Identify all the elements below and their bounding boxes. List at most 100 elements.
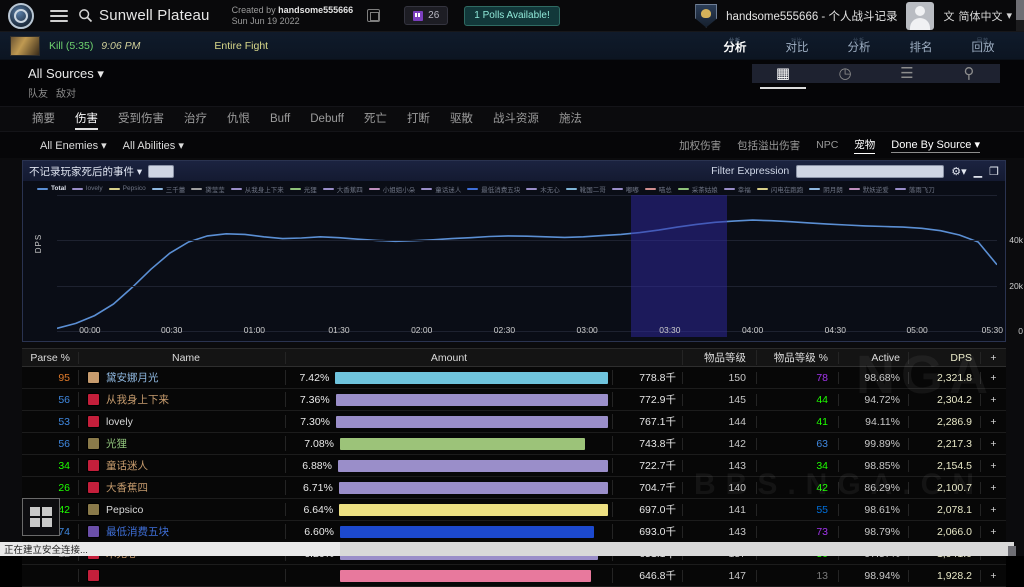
all-abilities-dropdown[interactable]: All Abilities ▾	[123, 139, 184, 152]
nav-tab-analysis[interactable]: 分析 分析	[828, 39, 890, 60]
legend-item[interactable]: 幸福	[724, 184, 751, 194]
tab-threat[interactable]: 仇恨	[227, 106, 250, 132]
chart-plot-area[interactable]: DPS 40k 20k 0	[57, 195, 997, 337]
legend-item[interactable]: 落雨飞刀	[895, 184, 935, 194]
col-dps[interactable]: DPS	[908, 352, 980, 364]
expand-row-button[interactable]: +	[980, 482, 1006, 494]
tab-damage-taken[interactable]: 受到伤害	[118, 106, 164, 132]
gear-icon[interactable]: ⚙▾	[951, 165, 966, 178]
legend-item[interactable]: 木无心	[526, 184, 560, 194]
expand-row-button[interactable]: +	[980, 394, 1006, 406]
table-row[interactable]: 26大香蕉四6.71%704.7千1404286.29%2,100.7+	[22, 477, 1006, 499]
done-by-source-dropdown[interactable]: Done By Source ▾	[891, 138, 980, 153]
expand-row-button[interactable]: +	[980, 570, 1006, 582]
legend-item[interactable]: 光狸	[290, 184, 317, 194]
tab-summary[interactable]: 摘要	[32, 106, 55, 132]
minimize-icon[interactable]: ▁	[974, 165, 982, 178]
chart-selection-band[interactable]	[631, 195, 727, 337]
cell-name[interactable]: 黛安娜月光	[78, 370, 286, 385]
col-amount[interactable]: Amount	[286, 352, 612, 364]
table-row[interactable]: 74最低消费五块6.60%693.0千1437398.79%2,066.0+	[22, 521, 1006, 543]
wcl-shield-icon[interactable]	[8, 3, 34, 29]
scrollbar-thumb[interactable]	[1016, 0, 1024, 20]
view-mode-events[interactable]: ☰ 事件	[876, 64, 938, 83]
fight-kill-label[interactable]: Kill (5:35) 9:06 PM	[49, 40, 140, 52]
col-parse[interactable]: Parse %	[22, 352, 78, 364]
expand-row-button[interactable]: +	[980, 504, 1006, 516]
tab-interrupts[interactable]: 打断	[407, 106, 430, 132]
legend-item[interactable]: 童话迷人	[421, 184, 461, 194]
friendly-toggle[interactable]: 队友	[28, 85, 48, 100]
legend-item[interactable]: 从我身上下来	[231, 184, 284, 194]
legend-item[interactable]: 嘟嘟	[612, 184, 639, 194]
legend-item[interactable]: 喵总	[645, 184, 672, 194]
expand-row-button[interactable]: +	[980, 460, 1006, 472]
death-filter-dropdown[interactable]: 不记录玩家死后的事件 ▾	[29, 164, 142, 179]
tab-buffs[interactable]: Buff	[270, 106, 290, 132]
report-copy-icon[interactable]	[367, 9, 380, 22]
col-active[interactable]: Active	[838, 352, 908, 364]
nav-tab-compare[interactable]: 对比 对比	[766, 39, 828, 60]
twitch-button[interactable]: 26	[404, 6, 448, 25]
table-row[interactable]: 53lovely7.30%767.1千1444194.11%2,286.9+	[22, 411, 1006, 433]
table-row[interactable]: 95黛安娜月光7.42%778.8千1507898.68%2,321.8+	[22, 367, 1006, 389]
entire-fight-label[interactable]: Entire Fight	[214, 40, 268, 52]
search-icon[interactable]	[78, 8, 93, 23]
cell-name[interactable]: lovely	[78, 415, 286, 428]
legend-item[interactable]: 默妖逆爱	[849, 184, 889, 194]
col-name[interactable]: Name	[78, 352, 286, 364]
tab-dispels[interactable]: 驱散	[450, 106, 473, 132]
maximize-icon[interactable]: ❐	[989, 165, 999, 178]
nav-tab-analyze[interactable]: 分析 分析	[704, 39, 766, 60]
weighted-damage-toggle[interactable]: 加权伤害	[679, 138, 721, 153]
cell-name[interactable]: 从我身上下来	[78, 392, 286, 407]
enemy-toggle[interactable]: 敌对	[56, 85, 76, 100]
cell-name[interactable]: 最低消费五块	[78, 524, 286, 539]
boss-portrait-icon[interactable]	[10, 36, 40, 56]
table-row[interactable]: 646.8千1471398.94%1,928.2+	[22, 565, 1006, 587]
table-row[interactable]: 34童话迷人6.88%722.7千1433498.85%2,154.5+	[22, 455, 1006, 477]
tab-deaths[interactable]: 死亡	[364, 106, 387, 132]
filter-expression-input[interactable]	[796, 165, 944, 178]
nav-tab-rankings[interactable]: 排名	[890, 39, 952, 60]
view-mode-timeline[interactable]: ◷ 时间轴	[814, 64, 876, 83]
col-ilvl-pct[interactable]: 物品等级 %	[756, 350, 838, 365]
legend-item[interactable]: 闪电在跑跑	[757, 184, 804, 194]
legend-item[interactable]: 阴月朗	[809, 184, 843, 194]
legend-item[interactable]: Pepsico	[109, 185, 146, 192]
cell-name[interactable]: Pepsico	[78, 503, 286, 516]
view-mode-lookup[interactable]: ⚲ 查阅	[938, 64, 1000, 83]
legend-item[interactable]: 黛莹莹	[191, 184, 225, 194]
npc-toggle[interactable]: NPC	[816, 139, 838, 151]
all-enemies-dropdown[interactable]: All Enemies ▾	[40, 139, 107, 152]
table-row[interactable]: 42Pepsico6.64%697.0千1415598.61%2,078.1+	[22, 499, 1006, 521]
cell-name[interactable]	[78, 569, 286, 582]
expand-row-button[interactable]: +	[980, 416, 1006, 428]
legend-item[interactable]: Total	[37, 185, 66, 192]
nav-tab-replay[interactable]: 回放 回放	[952, 39, 1014, 60]
pets-toggle[interactable]: 宠物	[854, 137, 875, 154]
col-expand[interactable]: +	[980, 352, 1006, 364]
legend-item[interactable]: 靴国二哥	[566, 184, 606, 194]
view-mode-charts[interactable]: ▦ 图表	[752, 64, 814, 83]
tab-casts[interactable]: 施法	[559, 106, 582, 132]
legend-item[interactable]: 大香蕉四	[323, 184, 363, 194]
tab-debuffs[interactable]: Debuff	[310, 106, 344, 132]
legend-item[interactable]: 三千蕾	[152, 184, 186, 194]
page-scrollbar[interactable]	[1016, 0, 1024, 31]
table-row[interactable]: 56从我身上下来7.36%772.9千1454494.72%2,304.2+	[22, 389, 1006, 411]
legend-item[interactable]: 采茶姑娘	[678, 184, 718, 194]
expand-row-button[interactable]: +	[980, 438, 1006, 450]
expand-row-button[interactable]: +	[980, 526, 1006, 538]
cell-name[interactable]: 光狸	[78, 436, 286, 451]
user-label[interactable]: handsome555666 - 个人战斗记录	[726, 8, 897, 24]
tab-healing[interactable]: 治疗	[184, 106, 207, 132]
include-overkill-toggle[interactable]: 包括溢出伤害	[737, 138, 800, 153]
hamburger-icon[interactable]	[50, 10, 68, 22]
legend-item[interactable]: 最低消费五块	[467, 184, 520, 194]
expand-row-button[interactable]: +	[980, 372, 1006, 384]
cell-name[interactable]: 大香蕉四	[78, 480, 286, 495]
addon-grid-icon[interactable]	[22, 498, 60, 536]
polls-button[interactable]: 1 Polls Available!	[464, 6, 559, 26]
legend-item[interactable]: lovely	[72, 185, 103, 192]
